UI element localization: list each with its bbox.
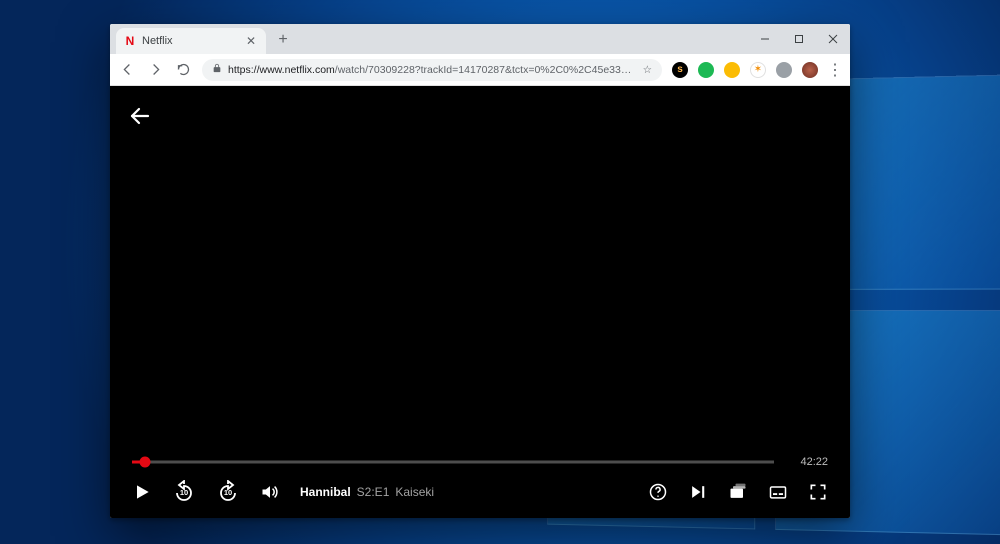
tab-favicon-netflix-icon: N — [124, 35, 136, 47]
browser-tab[interactable]: N Netflix ✕ — [116, 28, 266, 54]
help-button[interactable] — [648, 482, 668, 502]
extension-icon[interactable]: s — [672, 62, 688, 78]
chrome-window: N Netflix ✕ + — [110, 24, 850, 518]
forward-seconds-label: 10 — [216, 480, 240, 504]
window-close-button[interactable] — [816, 24, 850, 54]
nav-forward-button[interactable] — [146, 61, 164, 79]
next-episode-button[interactable] — [688, 482, 708, 502]
progress-knob-icon[interactable] — [139, 457, 150, 468]
tab-strip: N Netflix ✕ + — [110, 24, 850, 54]
show-name: Hannibal — [300, 485, 351, 499]
volume-button[interactable] — [260, 482, 280, 502]
episode-name: Kaiseki — [395, 485, 434, 499]
new-tab-button[interactable]: + — [272, 29, 294, 51]
profile-avatar-icon[interactable] — [802, 62, 818, 78]
bookmark-star-icon[interactable]: ☆ — [643, 64, 652, 76]
rewind-seconds-label: 10 — [172, 480, 196, 504]
lock-icon — [212, 63, 222, 76]
progress-bar[interactable] — [132, 456, 774, 468]
play-button[interactable] — [132, 482, 152, 502]
forward-10-button[interactable]: 10 — [216, 480, 240, 504]
window-minimize-button[interactable] — [748, 24, 782, 54]
tab-title: Netflix — [142, 35, 238, 47]
time-remaining: 42:22 — [788, 456, 828, 468]
episode-code: S2:E1 — [357, 485, 390, 499]
window-controls — [748, 24, 850, 54]
url-text: https://www.netflix.com/watch/70309228?t… — [228, 64, 637, 76]
progress-track — [132, 461, 774, 464]
nav-back-button[interactable] — [118, 61, 136, 79]
extension-icon[interactable] — [724, 62, 740, 78]
episodes-button[interactable] — [728, 482, 748, 502]
progress-row: 42:22 — [132, 456, 828, 468]
player-controls: 42:22 10 10 — [110, 456, 850, 518]
now-playing-title: Hannibal S2:E1 Kaiseki — [300, 485, 434, 499]
subtitles-button[interactable] — [768, 482, 788, 502]
tab-close-button[interactable]: ✕ — [244, 34, 258, 48]
nav-reload-button[interactable] — [174, 61, 192, 79]
video-player[interactable]: 42:22 10 10 — [110, 86, 850, 518]
address-bar[interactable]: https://www.netflix.com/watch/70309228?t… — [202, 59, 662, 81]
extension-icon[interactable] — [776, 62, 792, 78]
extension-icon[interactable]: ✶ — [750, 62, 766, 78]
window-maximize-button[interactable] — [782, 24, 816, 54]
browser-toolbar: https://www.netflix.com/watch/70309228?t… — [110, 54, 850, 86]
extension-icon[interactable] — [698, 62, 714, 78]
fullscreen-button[interactable] — [808, 482, 828, 502]
player-buttons: 10 10 Hannibal S2:E1 Kaiseki — [132, 480, 828, 504]
browser-menu-button[interactable]: ⋮ — [828, 60, 842, 80]
rewind-10-button[interactable]: 10 — [172, 480, 196, 504]
windows-desktop: N Netflix ✕ + — [0, 0, 1000, 544]
player-back-button[interactable] — [128, 104, 152, 133]
